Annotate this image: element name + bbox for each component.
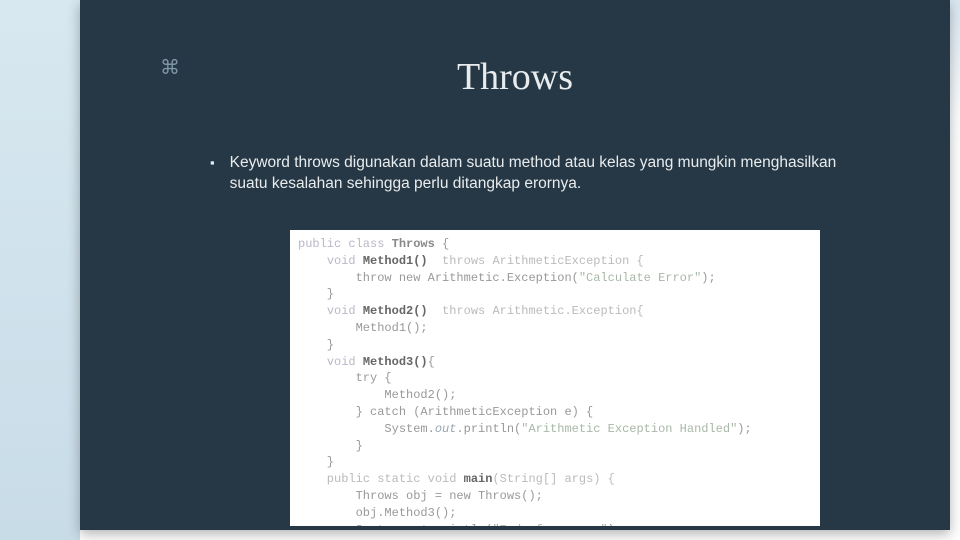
bullet-text: Keyword throws digunakan dalam suatu met…: [230, 153, 870, 195]
bullet-square-icon: ▪: [210, 155, 215, 170]
bullet-item: ▪ Keyword throws digunakan dalam suatu m…: [210, 153, 870, 195]
background-left-panel: [0, 0, 80, 540]
code-text: public class Throws { void Method1() thr…: [290, 230, 820, 526]
slide-body: ⌘ Throws ▪ Keyword throws digunakan dala…: [80, 0, 950, 530]
slide-title: Throws: [80, 55, 950, 99]
code-snippet: public class Throws { void Method1() thr…: [290, 230, 820, 526]
